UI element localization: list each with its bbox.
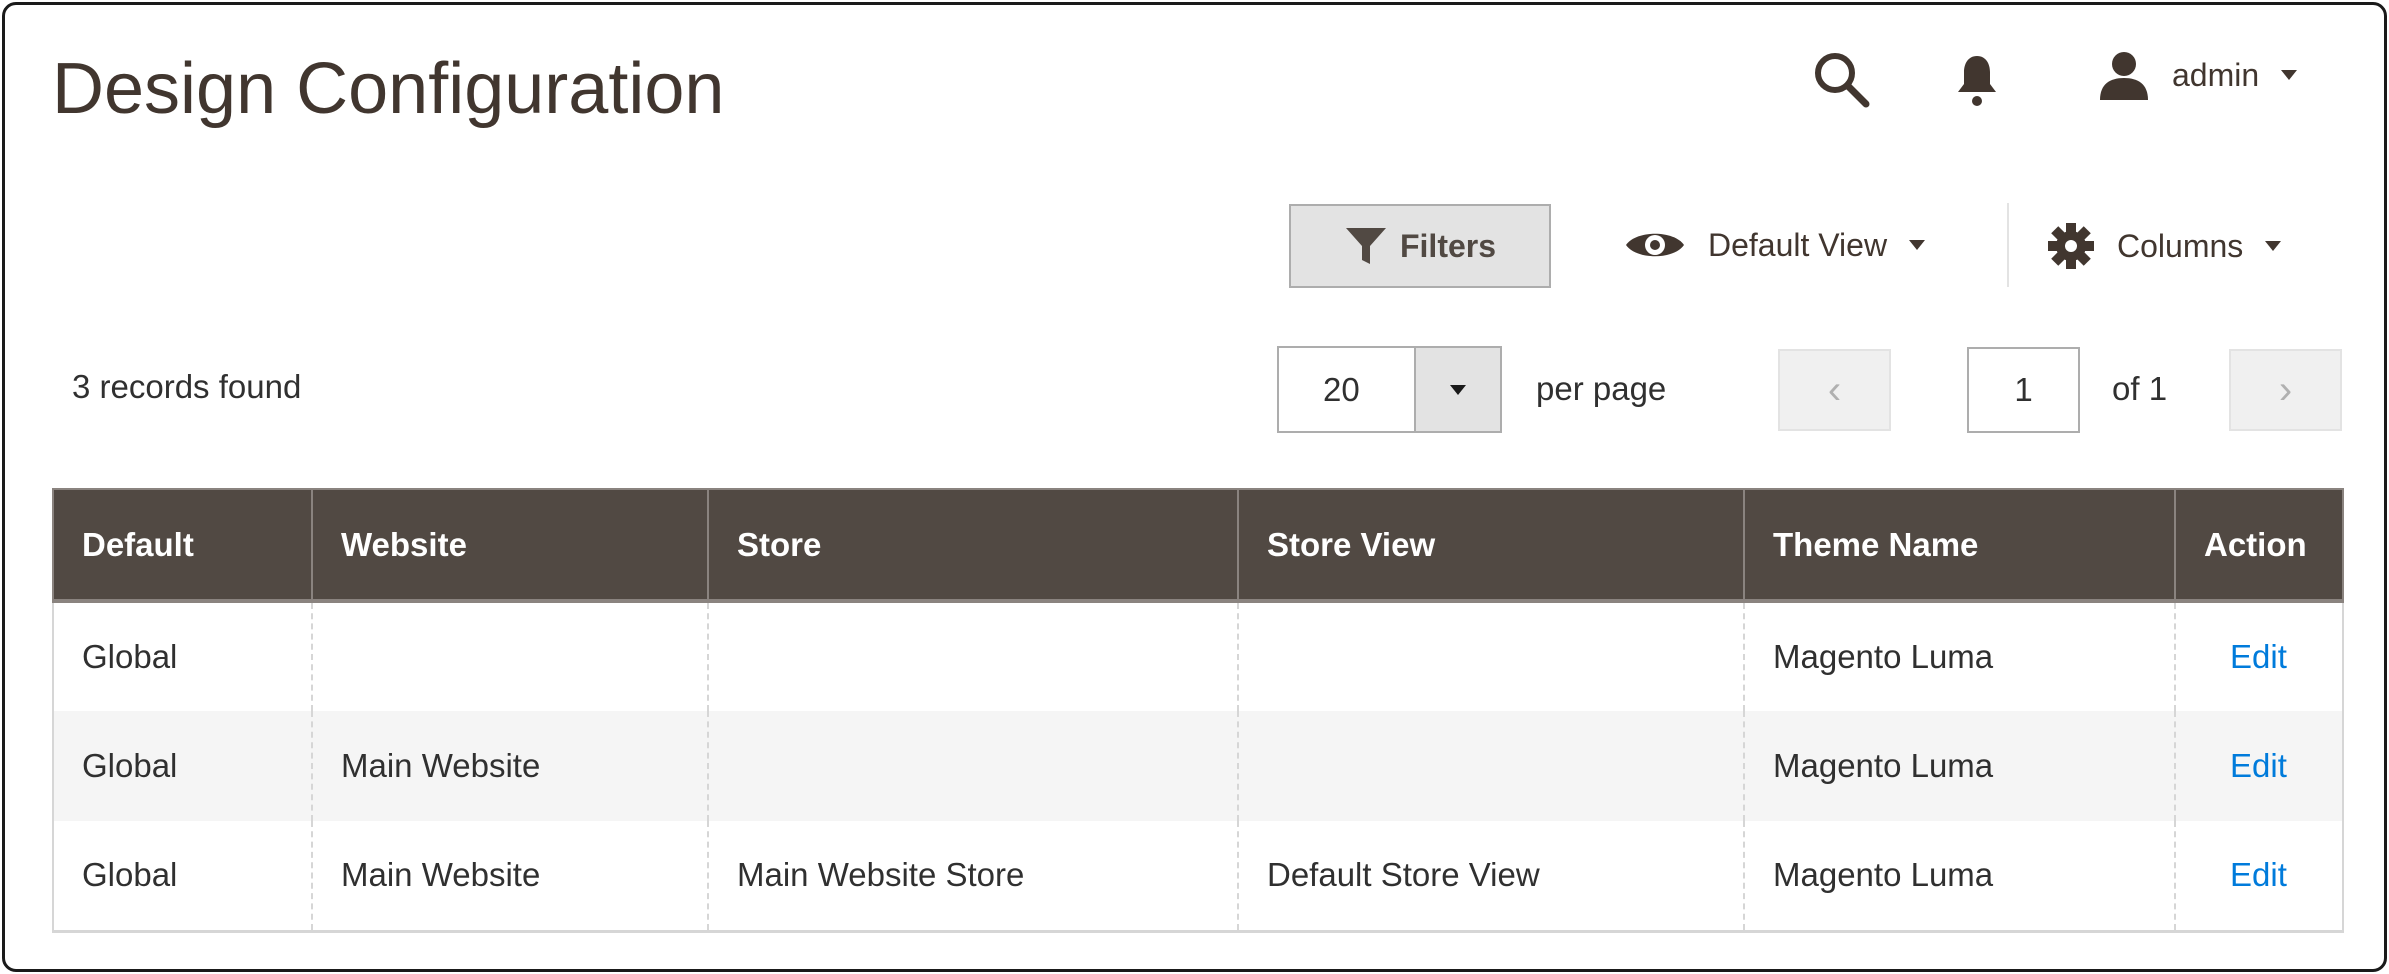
edit-link[interactable]: Edit xyxy=(2230,747,2287,784)
search-icon[interactable] xyxy=(1812,50,1870,108)
cell-default: Global xyxy=(52,821,313,933)
cell-theme-name: Magento Luma xyxy=(1743,601,2176,711)
column-header-store-view[interactable]: Store View xyxy=(1237,488,1745,603)
user-menu[interactable]: admin xyxy=(2098,50,2298,100)
edit-link[interactable]: Edit xyxy=(2230,856,2287,893)
table-row: Global Main Website Magento Luma Edit xyxy=(52,711,2344,821)
chevron-down-icon xyxy=(2281,70,2298,80)
cell-website xyxy=(311,601,709,711)
chevron-down-icon xyxy=(2265,241,2282,251)
table-row: Global Main Website Main Website Store D… xyxy=(52,821,2344,933)
filters-label: Filters xyxy=(1399,227,1497,264)
column-header-action: Action xyxy=(2174,488,2344,603)
cell-default: Global xyxy=(52,711,313,821)
cell-theme-name: Magento Luma xyxy=(1743,711,2176,821)
cell-store xyxy=(707,711,1239,821)
bell-icon[interactable] xyxy=(1956,52,1998,108)
cell-default: Global xyxy=(52,601,313,711)
cell-store-view xyxy=(1237,711,1745,821)
cell-theme-name: Magento Luma xyxy=(1743,821,2176,933)
view-dropdown[interactable]: Default View xyxy=(1624,226,1926,264)
columns-label: Columns xyxy=(2117,227,2244,264)
previous-page-button[interactable]: ‹ xyxy=(1778,349,1891,431)
cell-website: Main Website xyxy=(311,821,709,933)
per-page-value: 20 xyxy=(1323,370,1360,408)
chevron-right-icon: › xyxy=(2278,367,2293,412)
column-header-store[interactable]: Store xyxy=(707,488,1239,603)
cell-store xyxy=(707,601,1239,711)
cell-store-view: Default Store View xyxy=(1237,821,1745,933)
chevron-left-icon: ‹ xyxy=(1827,367,1842,412)
page-total: of 1 xyxy=(2112,370,2168,407)
table-row: Global Magento Luma Edit xyxy=(52,601,2344,711)
page-input[interactable]: 1 xyxy=(1967,347,2080,433)
design-config-grid: Default Website Store Store View Theme N… xyxy=(52,488,2344,933)
column-header-theme-name[interactable]: Theme Name xyxy=(1743,488,2176,603)
cell-store-view xyxy=(1237,601,1745,711)
filter-icon xyxy=(1345,228,1386,264)
chevron-down-icon xyxy=(1450,384,1466,395)
records-count: 3 records found xyxy=(72,368,302,405)
cell-store: Main Website Store xyxy=(707,821,1239,933)
cell-website: Main Website xyxy=(311,711,709,821)
next-page-button[interactable]: › xyxy=(2229,349,2342,431)
column-header-default[interactable]: Default xyxy=(52,488,313,603)
grid-header-row: Default Website Store Store View Theme N… xyxy=(52,488,2344,603)
toolbar-divider xyxy=(2007,203,2009,287)
gear-icon xyxy=(2048,223,2094,269)
eye-icon xyxy=(1626,233,1684,257)
page-title: Design Configuration xyxy=(52,49,725,129)
edit-link[interactable]: Edit xyxy=(2230,638,2287,675)
user-icon xyxy=(2100,52,2148,100)
per-page-toggle[interactable] xyxy=(1414,348,1500,431)
column-header-website[interactable]: Website xyxy=(311,488,709,603)
columns-dropdown[interactable]: Columns xyxy=(2047,222,2282,270)
per-page-select[interactable]: 20 xyxy=(1277,346,1502,433)
filters-button[interactable]: Filters xyxy=(1289,204,1551,288)
per-page-label: per page xyxy=(1536,370,1667,407)
view-label: Default View xyxy=(1708,226,1888,263)
chevron-down-icon xyxy=(1909,240,1926,250)
user-name: admin xyxy=(2172,56,2260,93)
